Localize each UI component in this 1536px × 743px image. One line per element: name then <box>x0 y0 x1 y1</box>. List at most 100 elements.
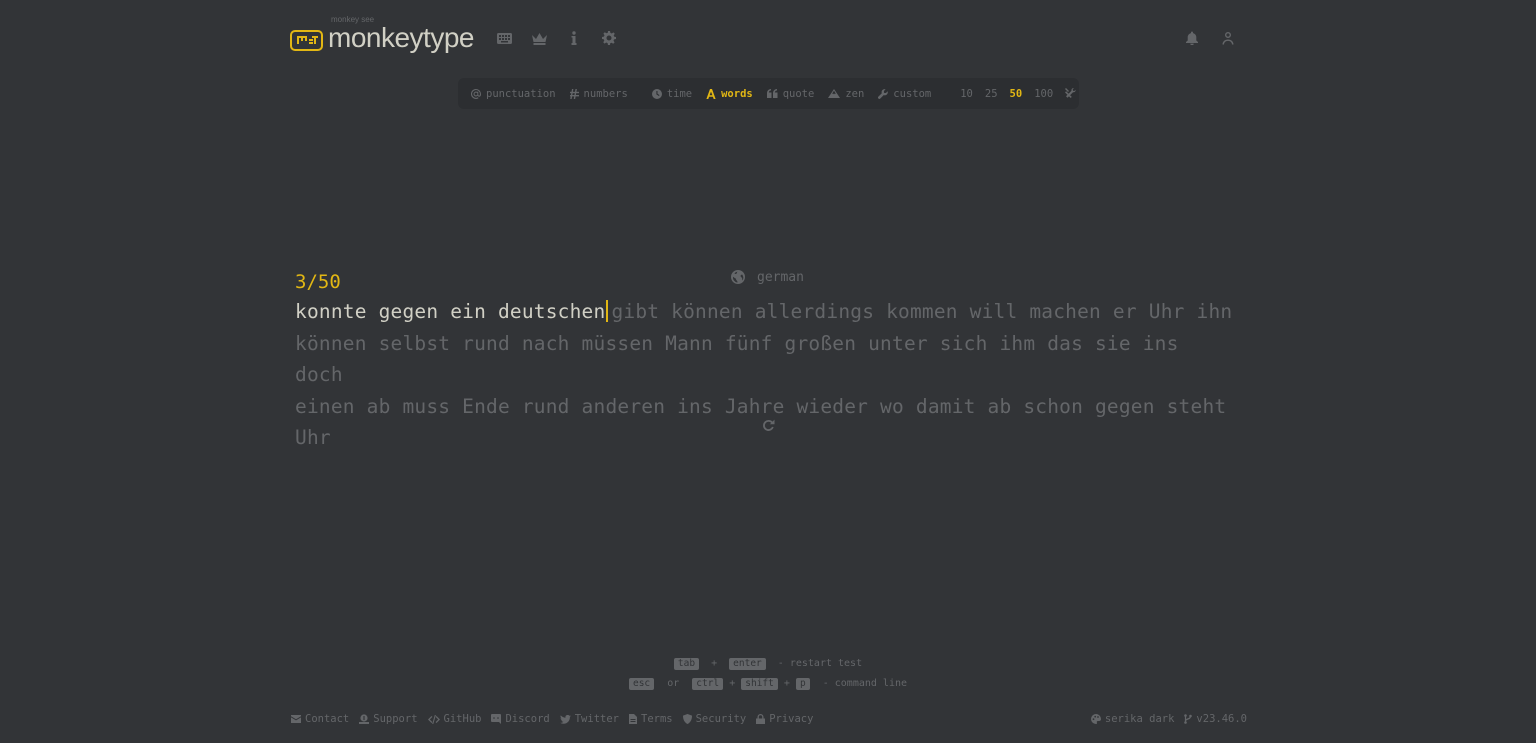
palette-icon <box>1090 714 1101 724</box>
font-icon <box>706 88 716 99</box>
remaining-words: gibt können allerdings kommen will mache… <box>611 300 1233 323</box>
clock-icon <box>651 88 662 99</box>
punctuation-label: punctuation <box>486 87 556 100</box>
word-count-10[interactable]: 10 <box>954 88 979 100</box>
command-hint-text: - command line <box>822 677 908 689</box>
wrench-icon <box>878 88 889 99</box>
shield-icon <box>682 714 692 724</box>
crown-icon <box>531 32 547 45</box>
footer-discord-link[interactable]: Discord <box>491 713 550 725</box>
key-ctrl: ctrl <box>692 677 724 690</box>
bell-icon <box>1186 31 1198 45</box>
version-label: v23.46.0 <box>1196 713 1247 725</box>
footer-link-label: Contact <box>305 713 350 725</box>
code-icon <box>427 714 440 724</box>
word-count-25[interactable]: 25 <box>979 88 1004 100</box>
footer: Contact Support GitHub Discord Twitter T… <box>291 711 1247 727</box>
footer-link-label: GitHub <box>443 713 482 725</box>
restart-test-button[interactable] <box>760 417 776 433</box>
footer-twitter-link[interactable]: Twitter <box>559 713 619 725</box>
lock-icon <box>756 714 766 724</box>
key-enter: enter <box>729 658 766 670</box>
logo-text: monkeytype <box>328 22 474 53</box>
plus-sign: + <box>729 677 736 689</box>
mode-words-label: words <box>721 87 753 100</box>
account-button[interactable] <box>1210 22 1246 54</box>
version-button[interactable]: v23.46.0 <box>1184 713 1247 725</box>
tools-icon <box>1065 88 1076 98</box>
words-line: können selbst rund nach müssen Mann fünf… <box>295 331 1179 387</box>
numbers-toggle[interactable]: numbers <box>569 88 635 100</box>
nav-test-button[interactable] <box>487 22 522 54</box>
mode-zen-label: zen <box>845 87 865 100</box>
key-shift: shift <box>741 677 778 690</box>
plus-sign: + <box>711 658 718 669</box>
footer-contact-link[interactable]: Contact <box>291 713 349 725</box>
nav-leaderboards-button[interactable] <box>522 22 557 54</box>
key-esc: esc <box>628 677 655 690</box>
globe-icon <box>731 270 745 284</box>
discord-icon <box>491 714 502 724</box>
footer-link-label: Privacy <box>769 713 814 725</box>
footer-link-label: Support <box>373 713 418 725</box>
top-bar: monkey see monkeytype <box>290 15 1246 60</box>
info-icon <box>571 31 577 45</box>
or-text: or <box>667 677 680 689</box>
footer-link-label: Discord <box>505 713 550 725</box>
footer-privacy-link[interactable]: Privacy <box>756 713 813 725</box>
typed-words: konnte gegen ein deutschen <box>295 300 606 323</box>
code-branch-icon <box>1184 714 1193 724</box>
test-config-bar: punctuation numbers time words quote zen… <box>458 78 1079 109</box>
footer-right: serika dark v23.46.0 <box>1081 713 1247 725</box>
words-line: konnte gegen ein deutschen gibt können al… <box>295 296 1235 328</box>
logo[interactable]: monkey see monkeytype <box>290 15 474 58</box>
footer-github-link[interactable]: GitHub <box>427 713 482 725</box>
nav-settings-button[interactable] <box>592 22 627 54</box>
keyboard-icon <box>496 32 512 44</box>
language-label: german <box>757 269 804 285</box>
footer-link-label: Security <box>695 713 747 725</box>
restart-hint: tab + enter - restart test <box>0 654 1536 674</box>
footer-terms-link[interactable]: Terms <box>629 713 673 725</box>
donate-icon <box>359 714 370 724</box>
footer-link-label: Terms <box>641 713 673 725</box>
word-count-100[interactable]: 100 <box>1028 88 1059 100</box>
mode-time-button[interactable]: time <box>651 88 699 100</box>
theme-label: serika dark <box>1104 713 1175 725</box>
nav-about-button[interactable] <box>557 22 592 54</box>
key-tab: tab <box>673 658 700 670</box>
logo-icon <box>290 29 323 51</box>
at-icon <box>471 88 481 99</box>
file-icon <box>629 714 637 724</box>
command-line-hint: esc or ctrl + shift + p - command line <box>0 674 1536 694</box>
custom-word-count-button[interactable] <box>1059 88 1082 99</box>
mountain-icon <box>828 89 841 98</box>
mode-quote-label: quote <box>782 87 815 100</box>
key-p: p <box>795 677 810 690</box>
mode-custom-button[interactable]: custom <box>878 88 938 100</box>
envelope-icon <box>291 715 301 723</box>
hash-icon <box>569 88 579 99</box>
theme-button[interactable]: serika dark <box>1090 713 1175 725</box>
footer-link-label: Twitter <box>574 713 619 725</box>
footer-security-link[interactable]: Security <box>682 713 747 725</box>
word-count-50[interactable]: 50 <box>1004 88 1029 100</box>
notifications-button[interactable] <box>1174 22 1210 54</box>
main-nav <box>487 22 627 54</box>
language-button[interactable]: german <box>731 267 804 287</box>
gear-icon <box>602 31 617 45</box>
mode-zen-button[interactable]: zen <box>828 88 871 100</box>
twitter-icon <box>559 714 571 724</box>
user-icon <box>1222 32 1234 45</box>
word-counter: 3/50 <box>295 271 341 293</box>
account-nav <box>1174 22 1246 54</box>
punctuation-toggle[interactable]: punctuation <box>471 88 563 100</box>
footer-support-link[interactable]: Support <box>359 713 418 725</box>
plus-sign: + <box>783 677 790 689</box>
logo-tagline: monkey see <box>331 15 375 24</box>
mode-words-button[interactable]: words <box>706 88 760 100</box>
mode-quote-button[interactable]: quote <box>766 87 822 100</box>
mode-custom-label: custom <box>893 87 932 100</box>
caret <box>606 300 609 322</box>
restart-hint-text: - restart test <box>777 658 863 669</box>
